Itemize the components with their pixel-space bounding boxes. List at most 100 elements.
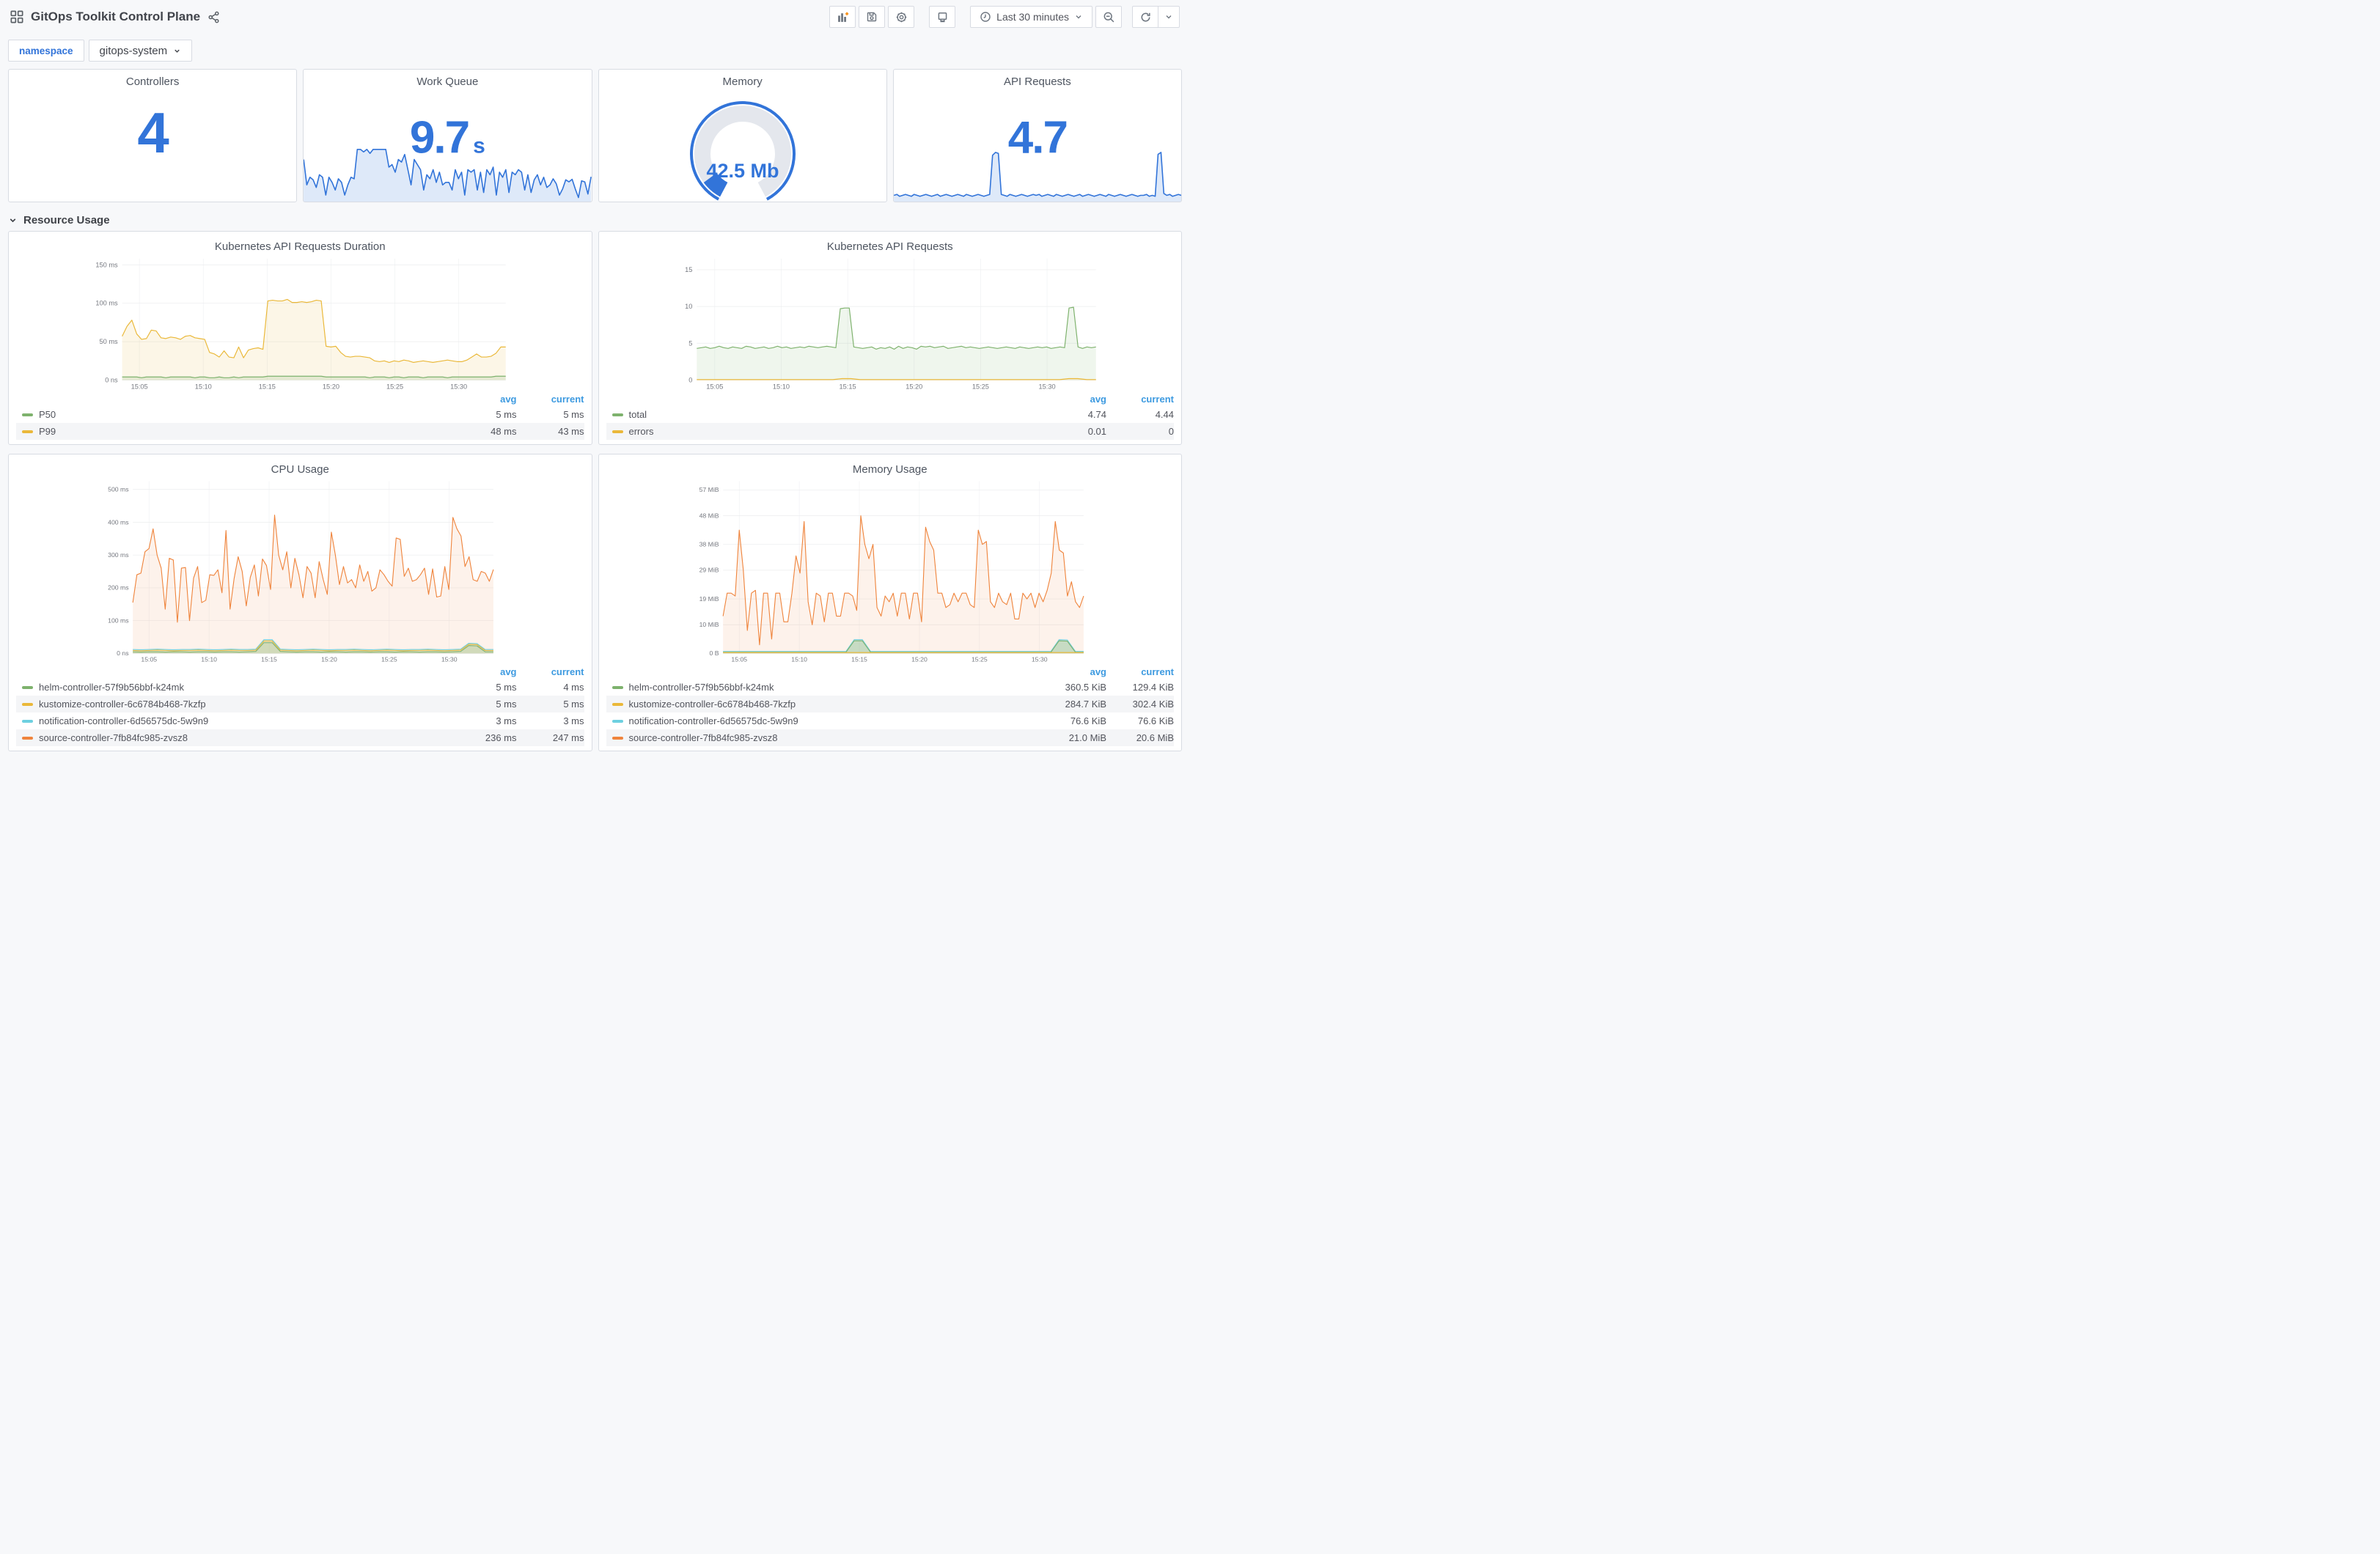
legend-column[interactable]: avg bbox=[449, 666, 516, 677]
page-title: GitOps Toolkit Control Plane bbox=[31, 10, 201, 23]
time-series-plot[interactable]: 15:05 15:10 15:15 15:20 15:25 15:30 0 ns 50 ms 1… bbox=[16, 254, 584, 391]
legend-column[interactable]: avg bbox=[1039, 666, 1106, 677]
legend-column[interactable]: current bbox=[517, 394, 584, 405]
chevron-down-icon bbox=[1166, 15, 1172, 19]
svg-text:57 MiB: 57 MiB bbox=[699, 486, 719, 493]
svg-text:48 MiB: 48 MiB bbox=[699, 512, 719, 519]
series-color-dash bbox=[611, 736, 623, 740]
memory-gauge: 42.5 Mb bbox=[689, 101, 796, 201]
svg-text:15:10: 15:10 bbox=[791, 656, 807, 663]
legend-row[interactable]: kustomize-controller-6c6784b468-7kzfp 284… bbox=[606, 696, 1174, 712]
panel-title[interactable]: Kubernetes API Requests bbox=[606, 235, 1175, 254]
svg-text:0 B: 0 B bbox=[709, 649, 719, 657]
series-color-dash bbox=[22, 702, 33, 706]
legend-row[interactable]: errors 0.01 0 bbox=[606, 423, 1174, 440]
svg-text:15:25: 15:25 bbox=[381, 656, 397, 663]
series-current-value: 4 ms bbox=[563, 682, 584, 693]
legend-row[interactable]: helm-controller-57f9b56bbf-k24mk 360.5 Ki… bbox=[606, 679, 1174, 696]
series-color-dash bbox=[611, 685, 623, 689]
share-icon[interactable] bbox=[207, 11, 220, 23]
panel-controllers: Controllers 4 bbox=[8, 69, 298, 202]
svg-text:15:30: 15:30 bbox=[1031, 656, 1047, 663]
series-avg-value: 360.5 KiB bbox=[1065, 682, 1106, 693]
series-avg-value: 3 ms bbox=[496, 715, 517, 726]
tv-mode-button[interactable] bbox=[929, 6, 956, 28]
time-series-plot[interactable]: 15:05 15:10 15:15 15:20 15:25 15:30 0 ns 100 ms… bbox=[16, 477, 584, 664]
legend-column[interactable]: current bbox=[1106, 394, 1174, 405]
toolbar: Last 30 minutes bbox=[829, 6, 1180, 28]
row-resource-usage[interactable]: Resource Usage bbox=[0, 202, 1190, 231]
panel-title[interactable]: Work Queue bbox=[304, 70, 591, 89]
series-avg-value: 48 ms bbox=[491, 426, 517, 437]
svg-text:15:15: 15:15 bbox=[851, 656, 867, 663]
legend-row[interactable]: kustomize-controller-6c6784b468-7kzfp 5 m… bbox=[16, 696, 584, 712]
time-series-plot[interactable]: 15:05 15:10 15:15 15:20 15:25 15:30 0 B 10 MiB 1… bbox=[606, 477, 1175, 664]
legend-header: avg current bbox=[16, 664, 584, 679]
time-range-picker[interactable]: Last 30 minutes bbox=[970, 6, 1092, 28]
svg-text:38 MiB: 38 MiB bbox=[699, 540, 719, 548]
save-dashboard-button[interactable] bbox=[859, 6, 886, 28]
series-name: source-controller-7fb84fc985-zvsz8 bbox=[628, 732, 778, 743]
svg-text:5: 5 bbox=[688, 339, 692, 347]
legend: avg current total 4.74 4.44 errors 0.01 0 bbox=[606, 391, 1174, 440]
legend-column[interactable]: current bbox=[1106, 666, 1174, 677]
stat-panels-row: Controllers 4 Work Queue 9.7 s Memory 42.… bbox=[0, 65, 1190, 202]
time-range-label: Last 30 minutes bbox=[996, 11, 1069, 23]
refresh-interval-dropdown[interactable] bbox=[1158, 6, 1180, 28]
svg-text:15:20: 15:20 bbox=[911, 656, 928, 663]
svg-text:15:30: 15:30 bbox=[1038, 383, 1055, 390]
legend-column[interactable]: current bbox=[517, 666, 584, 677]
panel-memory: Memory 42.5 Mb bbox=[598, 69, 887, 202]
dashboard-grid-icon[interactable] bbox=[10, 10, 23, 23]
panel-title[interactable]: Memory bbox=[599, 70, 886, 89]
legend-column[interactable]: avg bbox=[449, 394, 516, 405]
legend-row[interactable]: notification-controller-6d56575dc-5w9n9 7… bbox=[606, 712, 1174, 729]
settings-gear-button[interactable] bbox=[888, 6, 915, 28]
legend-row[interactable]: notification-controller-6d56575dc-5w9n9 3… bbox=[16, 712, 584, 729]
namespace-select[interactable]: gitops-system bbox=[88, 40, 193, 62]
svg-text:150 ms: 150 ms bbox=[95, 261, 118, 268]
svg-text:15:20: 15:20 bbox=[906, 383, 922, 390]
refresh-button-group bbox=[1132, 6, 1180, 28]
panel-title[interactable]: Memory Usage bbox=[606, 457, 1175, 477]
series-avg-value: 76.6 KiB bbox=[1070, 715, 1106, 726]
series-name: errors bbox=[628, 426, 654, 437]
series-name: P99 bbox=[39, 426, 56, 437]
panel-title[interactable]: Controllers bbox=[9, 70, 296, 89]
stat-unit: s bbox=[473, 133, 485, 158]
legend-row[interactable]: helm-controller-57f9b56bbf-k24mk 5 ms 4 ms bbox=[16, 679, 584, 696]
legend-row[interactable]: P50 5 ms 5 ms bbox=[16, 406, 584, 423]
series-name: kustomize-controller-6c6784b468-7kzfp bbox=[628, 699, 796, 710]
time-series-plot[interactable]: 15:05 15:10 15:15 15:20 15:25 15:30 0 5 10 15 bbox=[606, 254, 1175, 391]
legend-row[interactable]: total 4.74 4.44 bbox=[606, 406, 1174, 423]
panel-title[interactable]: API Requests bbox=[894, 70, 1181, 89]
svg-text:15:05: 15:05 bbox=[141, 656, 157, 663]
legend-column[interactable]: avg bbox=[1039, 394, 1106, 405]
series-avg-value: 284.7 KiB bbox=[1065, 699, 1106, 710]
legend-row[interactable]: source-controller-7fb84fc985-zvsz8 236 ms… bbox=[16, 729, 584, 746]
legend-row[interactable]: source-controller-7fb84fc985-zvsz8 21.0 M… bbox=[606, 729, 1174, 746]
series-current-value: 302.4 KiB bbox=[1132, 699, 1174, 710]
svg-text:15:25: 15:25 bbox=[972, 383, 988, 390]
legend-header: avg current bbox=[16, 391, 584, 406]
stat-value: 4.7 bbox=[1007, 112, 1068, 163]
dashboard-header: GitOps Toolkit Control Plane Last 30 min… bbox=[0, 0, 1190, 34]
series-color-dash bbox=[611, 719, 623, 723]
charts-grid: Kubernetes API Requests Duration 15:05 15… bbox=[0, 231, 1190, 751]
svg-text:0 ns: 0 ns bbox=[117, 649, 129, 657]
series-color-dash bbox=[611, 702, 623, 706]
panel-title[interactable]: Kubernetes API Requests Duration bbox=[16, 235, 584, 254]
series-color-dash bbox=[611, 430, 623, 433]
series-current-value: 5 ms bbox=[563, 409, 584, 420]
row-title: Resource Usage bbox=[23, 214, 110, 227]
legend-row[interactable]: P99 48 ms 43 ms bbox=[16, 423, 584, 440]
svg-text:0: 0 bbox=[688, 376, 692, 383]
series-current-value: 3 ms bbox=[563, 715, 584, 726]
refresh-button[interactable] bbox=[1132, 6, 1158, 28]
svg-text:15:05: 15:05 bbox=[131, 383, 148, 390]
svg-text:15:10: 15:10 bbox=[201, 656, 217, 663]
svg-text:200 ms: 200 ms bbox=[108, 584, 129, 592]
panel-title[interactable]: CPU Usage bbox=[16, 457, 584, 477]
add-panel-button[interactable] bbox=[829, 6, 856, 28]
zoom-out-button[interactable] bbox=[1095, 6, 1122, 28]
